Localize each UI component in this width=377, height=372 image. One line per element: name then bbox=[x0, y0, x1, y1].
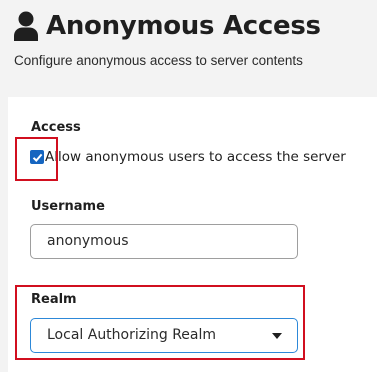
username-label: Username bbox=[31, 199, 105, 214]
access-label: Access bbox=[31, 120, 81, 135]
user-icon bbox=[14, 11, 38, 41]
username-input[interactable]: anonymous bbox=[30, 224, 298, 259]
page-title: Anonymous Access bbox=[46, 11, 321, 41]
anonymous-access-page: Anonymous Access Configure anonymous acc… bbox=[0, 0, 377, 372]
allow-anonymous-row[interactable]: Allow anonymous users to access the serv… bbox=[22, 149, 346, 165]
realm-highlight bbox=[15, 285, 305, 360]
allow-anonymous-label[interactable]: Allow anonymous users to access the serv… bbox=[45, 149, 346, 165]
checkbox-highlight bbox=[15, 137, 58, 181]
page-header: Anonymous Access bbox=[13, 6, 321, 46]
page-subtitle: Configure anonymous access to server con… bbox=[14, 53, 303, 68]
